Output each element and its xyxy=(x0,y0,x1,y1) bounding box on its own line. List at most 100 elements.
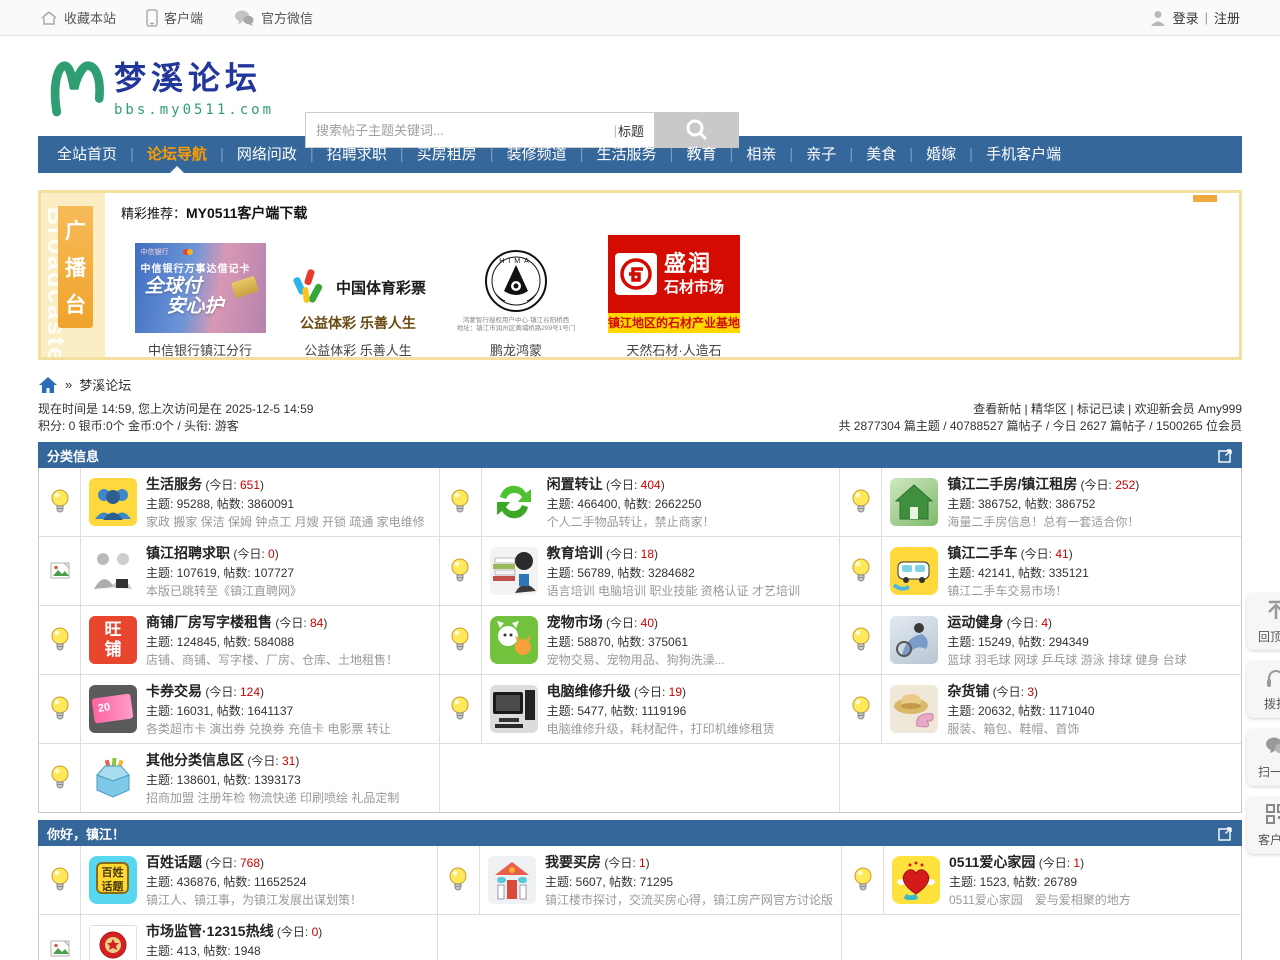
nav-item-12[interactable]: 婚嫁 xyxy=(913,136,969,173)
forum-link[interactable]: 卡券交易 xyxy=(146,683,202,699)
sports-lottery-logo-icon xyxy=(290,267,328,307)
forum-cell: 生活服务 (今日: 651)主题: 95288, 帖数: 3860091家政 搬… xyxy=(39,468,440,537)
forum-cell-main: 其他分类信息区 (今日: 31)主题: 138601, 帖数: 1393173招… xyxy=(81,744,407,812)
used-car-icon[interactable] xyxy=(890,547,938,595)
new-posts-bulb-icon xyxy=(840,537,882,605)
new-member-link[interactable]: Amy999 xyxy=(1198,402,1242,416)
forum-link[interactable]: 我要买房 xyxy=(545,854,601,870)
nav-item-13[interactable]: 手机客户端 xyxy=(973,136,1074,173)
client-app-link[interactable]: 客户端 xyxy=(146,8,203,27)
forum-cell: 我要买房 (今日: 1)主题: 5607, 帖数: 71295镇江楼市探讨，交流… xyxy=(438,846,842,915)
forum-link[interactable]: 市场监管·12315热线 xyxy=(146,923,274,939)
forum-cell: 市场监管·12315热线 (今日: 0)主题: 413, 帖数: 1948市场监… xyxy=(39,915,438,960)
market-regulation-emblem-icon[interactable] xyxy=(89,925,137,960)
logo-m-icon xyxy=(50,52,106,118)
register-link[interactable]: 注册 xyxy=(1214,8,1240,27)
forum-link[interactable]: 生活服务 xyxy=(146,476,202,492)
shop-rental-icon[interactable]: 旺铺 xyxy=(89,616,137,664)
new-posts-bulb-icon xyxy=(840,606,882,674)
shengrun-logo-icon xyxy=(615,253,657,295)
float-button-qr[interactable]: 客户端 xyxy=(1247,797,1280,854)
ad-citic-bank[interactable]: 中信银行 中信银行万事达借记卡 全球付 安心护 中信银行镇江分行 xyxy=(121,231,279,359)
nav-item-5[interactable]: 买房租房 xyxy=(404,136,490,173)
collapse-section-icon[interactable] xyxy=(1218,826,1233,841)
gift-cards-icon[interactable]: 20 xyxy=(89,685,137,733)
forum-link[interactable]: 宠物市场 xyxy=(547,614,603,630)
top-utility-bar: 收藏本站 客户端 官方微信 登录 | 注册 xyxy=(0,0,1280,36)
nav-item-8[interactable]: 教育 xyxy=(673,136,729,173)
login-link[interactable]: 登录 xyxy=(1173,8,1199,27)
nav-item-7[interactable]: 生活服务 xyxy=(584,136,670,173)
nav-item-4[interactable]: 招聘求职 xyxy=(314,136,400,173)
ad-sports-lottery[interactable]: 中国体育彩票 公益体彩 乐善人生 公益体彩 乐善人生 xyxy=(279,231,437,359)
house-icon[interactable] xyxy=(890,478,938,526)
nav-item-11[interactable]: 美食 xyxy=(853,136,909,173)
forum-link[interactable]: 电脑维修升级 xyxy=(547,683,631,699)
shengrun-sub: 石材市场 xyxy=(664,276,724,297)
ad-caption[interactable]: 公益体彩 乐善人生 xyxy=(304,340,412,359)
forum-cell-main: 闲置转让 (今日: 404)主题: 466400, 帖数: 2662250个人二… xyxy=(482,468,723,536)
forum-link[interactable]: 闲置转让 xyxy=(547,476,603,492)
forum-description: 店铺、商铺、写字楼、厂房、仓库、土地租售！ xyxy=(146,651,398,668)
collapse-section-icon[interactable] xyxy=(1218,448,1233,463)
float-button-top[interactable]: 回顶部 xyxy=(1247,593,1280,650)
forum-link[interactable]: 百姓话题 xyxy=(146,854,202,870)
favorite-site-link[interactable]: 收藏本站 xyxy=(40,8,116,27)
official-wechat-link[interactable]: 官方微信 xyxy=(233,8,313,27)
nav-item-6[interactable]: 装修频道 xyxy=(494,136,580,173)
citizen-topics-icon[interactable]: 百姓话题 xyxy=(89,856,137,904)
jobs-handshake-icon[interactable] xyxy=(89,547,137,595)
float-button-call[interactable]: 拨打 xyxy=(1247,661,1280,718)
new-posts-bulb-icon xyxy=(840,675,882,743)
status-link[interactable]: 查看新帖 xyxy=(973,402,1021,416)
float-button-label: 回顶部 xyxy=(1258,628,1280,645)
ad-caption[interactable]: 鹏龙鸿蒙 xyxy=(490,340,542,359)
ad-caption[interactable]: 中信银行镇江分行 xyxy=(148,340,252,359)
promo-line[interactable]: 精彩推荐：MY0511客户端下载 xyxy=(121,203,1223,223)
forum-text: 镇江招聘求职 (今日: 0)主题: 107619, 帖数: 107727本版已跳… xyxy=(146,543,302,599)
life-service-icon[interactable] xyxy=(89,478,137,526)
ad-shengrun-stone[interactable]: 盛润 石材市场 镇江地区的石材产业基地 天然石材·人造石 xyxy=(595,231,753,359)
education-icon[interactable] xyxy=(490,547,538,595)
forum-link[interactable]: 0511爱心家园 xyxy=(949,854,1035,870)
forum-link[interactable]: 运动健身 xyxy=(947,614,1003,630)
minimize-panel-button[interactable] xyxy=(1193,195,1217,202)
bazaar-icon[interactable] xyxy=(890,685,938,733)
nav-item-1[interactable]: 全站首页 xyxy=(44,136,130,173)
breadcrumb-current-link[interactable]: 梦溪论坛 xyxy=(79,375,131,394)
nav-item-10[interactable]: 亲子 xyxy=(793,136,849,173)
broadcast-tab[interactable]: 广播台 xyxy=(58,206,93,328)
misc-info-box-icon[interactable] xyxy=(89,754,137,802)
buy-house-icon[interactable] xyxy=(488,856,536,904)
nav-item-3[interactable]: 网络问政 xyxy=(224,136,310,173)
forum-link[interactable]: 镇江二手车 xyxy=(947,545,1017,561)
ad-hima-dealer[interactable]: HIMA 鸿蒙智行授权用户中心·镇江谷阳桥西 地址：镇江市润州区黄埔桥路299号… xyxy=(437,231,595,359)
forum-link[interactable]: 商铺厂房写字楼租售 xyxy=(146,614,272,630)
computer-repair-icon[interactable] xyxy=(490,685,538,733)
sports-fitness-icon[interactable] xyxy=(890,616,938,664)
new-posts-bulb-icon xyxy=(440,537,482,605)
forum-today-count: (今日: 31) xyxy=(244,754,299,768)
float-button-scan[interactable]: 扫一扫 xyxy=(1247,729,1280,786)
empty-cell xyxy=(438,915,842,960)
status-link[interactable]: 标记已读 xyxy=(1077,402,1125,416)
broadcast-rail: Broadcaster 广播台 xyxy=(41,193,105,357)
status-link[interactable]: 精华区 xyxy=(1031,402,1067,416)
pets-icon[interactable] xyxy=(490,616,538,664)
site-logo[interactable]: 梦溪论坛 bbs.my0511.com xyxy=(50,52,274,118)
nav-item-2[interactable]: 论坛导航 xyxy=(134,136,220,173)
forum-link[interactable]: 教育培训 xyxy=(547,545,603,561)
no-new-posts-icon xyxy=(39,915,81,960)
home-icon[interactable] xyxy=(38,376,58,394)
charity-heart-icon[interactable] xyxy=(892,856,940,904)
forum-link[interactable]: 其他分类信息区 xyxy=(146,752,244,768)
promo-prefix: 精彩推荐： xyxy=(121,206,186,221)
forum-link[interactable]: 镇江二手房/镇江租房 xyxy=(947,476,1077,492)
ad-caption[interactable]: 天然石材·人造石 xyxy=(626,340,721,359)
forum-link[interactable]: 杂货铺 xyxy=(947,683,989,699)
forum-link[interactable]: 镇江招聘求职 xyxy=(146,545,230,561)
forum-cell-main: 我要买房 (今日: 1)主题: 5607, 帖数: 71295镇江楼市探讨，交流… xyxy=(480,846,841,914)
forum-cell-main: 运动健身 (今日: 4)主题: 15249, 帖数: 294349篮球 羽毛球 … xyxy=(882,606,1194,674)
secondhand-swap-icon[interactable] xyxy=(490,478,538,526)
nav-item-9[interactable]: 相亲 xyxy=(733,136,789,173)
